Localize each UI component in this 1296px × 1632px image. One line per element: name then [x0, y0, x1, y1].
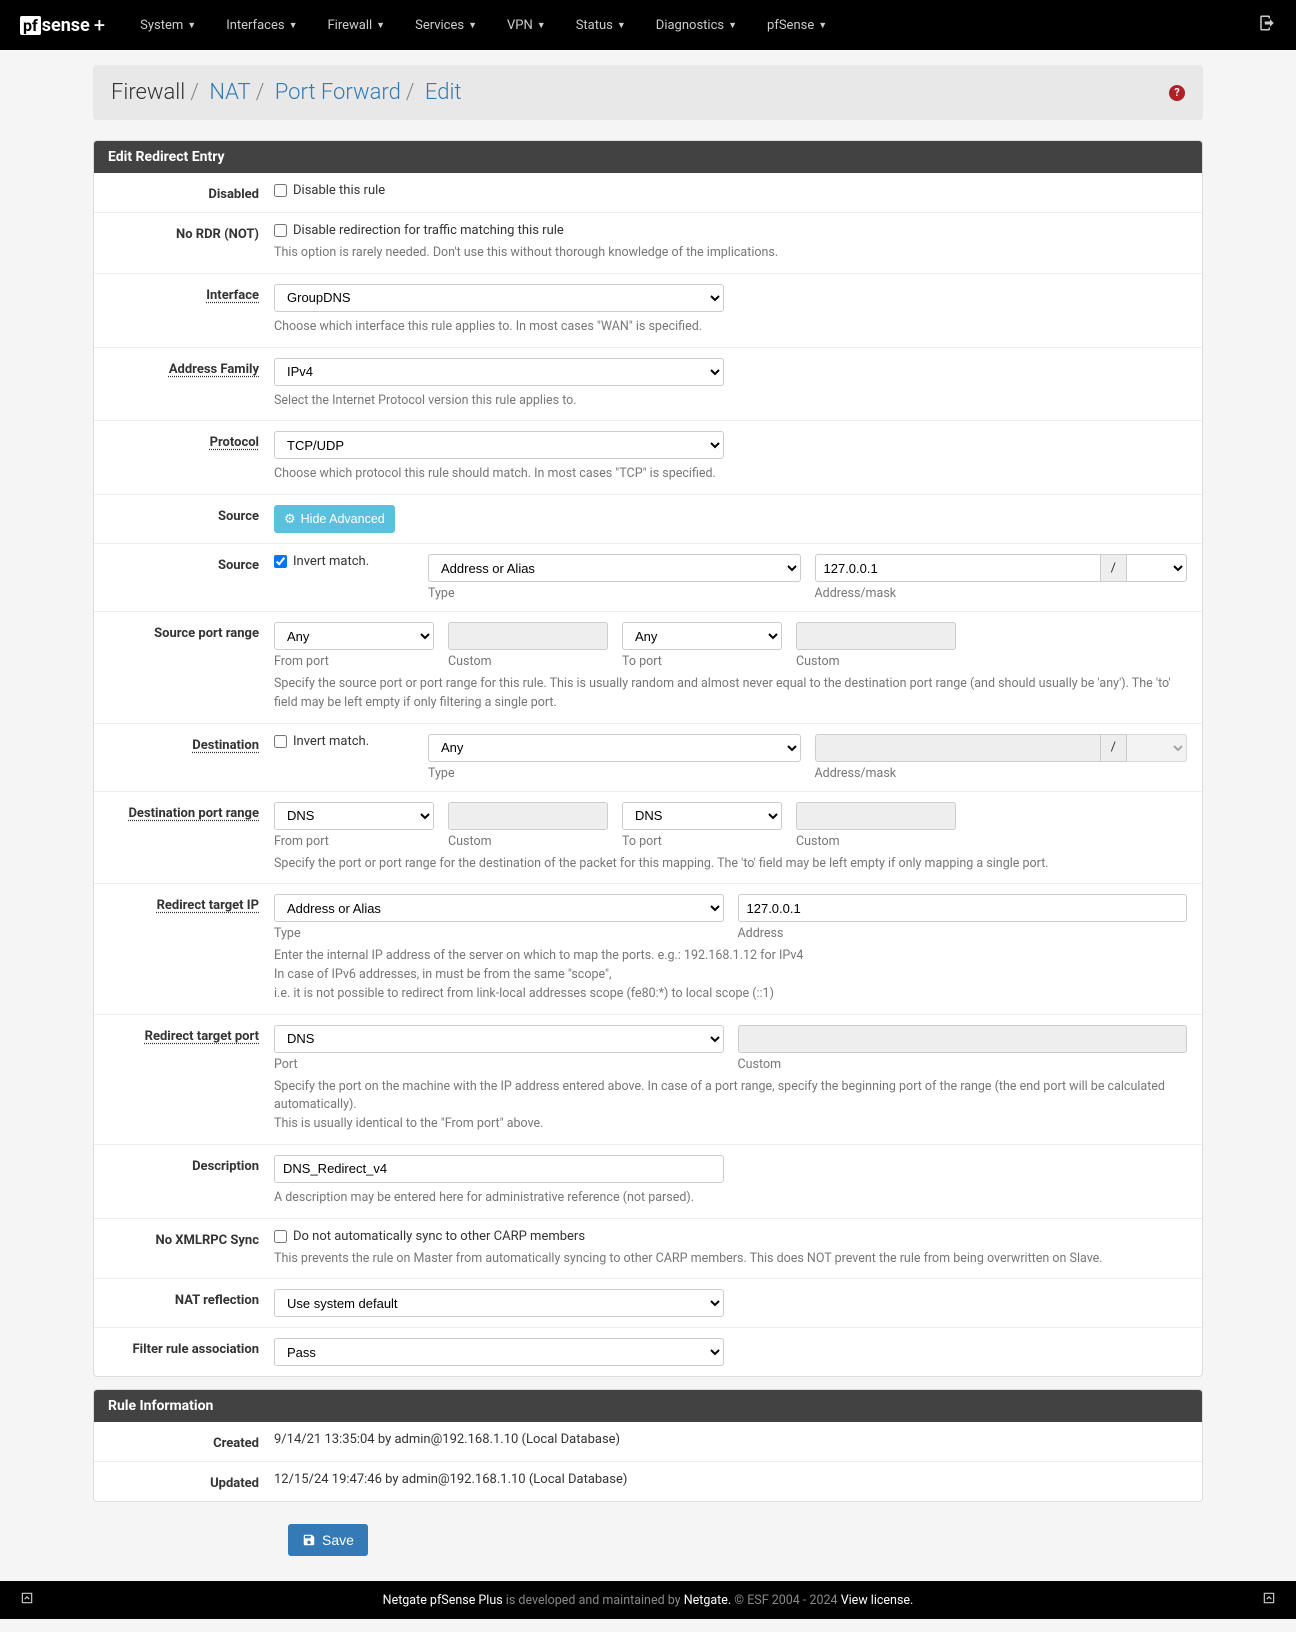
- caret-icon: ▼: [728, 20, 737, 31]
- breadcrumb-firewall: Firewall: [111, 80, 185, 105]
- panel-header-info: Rule Information: [94, 1390, 1202, 1422]
- logout-icon[interactable]: [1258, 14, 1276, 37]
- label-nordr: No RDR (NOT): [94, 223, 274, 242]
- label-source-btn: Source: [94, 505, 274, 524]
- dest-addr-input: [815, 734, 1101, 762]
- nav-vpn[interactable]: VPN▼: [492, 18, 561, 33]
- created-value: 9/14/21 13:35:04 by admin@192.168.1.10 (…: [274, 1432, 1202, 1447]
- breadcrumb-edit[interactable]: Edit: [425, 80, 462, 105]
- label-natrefl: NAT reflection: [94, 1289, 274, 1308]
- caret-icon: ▼: [289, 20, 298, 31]
- label-redirip: Redirect target IP: [94, 894, 274, 913]
- caret-icon: ▼: [376, 20, 385, 31]
- label-descr: Description: [94, 1155, 274, 1174]
- protocol-select[interactable]: TCP/UDP: [274, 431, 724, 459]
- caret-icon: ▼: [818, 20, 827, 31]
- descr-input[interactable]: [274, 1155, 724, 1183]
- save-icon: [302, 1533, 316, 1547]
- disabled-checkbox[interactable]: [274, 184, 287, 197]
- sport-from-select[interactable]: Any: [274, 622, 434, 650]
- edit-panel: Edit Redirect Entry Disabled Disable thi…: [93, 140, 1203, 1377]
- label-dport: Destination port range: [94, 802, 274, 821]
- redirport-select[interactable]: DNS: [274, 1025, 724, 1053]
- interface-select[interactable]: GroupDNS: [274, 284, 724, 312]
- nav-services[interactable]: Services▼: [400, 18, 492, 33]
- updated-value: 12/15/24 19:47:46 by admin@192.168.1.10 …: [274, 1472, 1202, 1487]
- caret-icon: ▼: [187, 20, 196, 31]
- label-interface: Interface: [94, 284, 274, 303]
- footer-right-icon[interactable]: [1262, 1591, 1276, 1609]
- sport-custom1-input: [448, 622, 608, 650]
- label-source: Source: [94, 554, 274, 573]
- redirport-custom-input: [738, 1025, 1188, 1053]
- caret-icon: ▼: [617, 20, 626, 31]
- noxml-checkbox[interactable]: [274, 1230, 287, 1243]
- source-mask-select[interactable]: [1127, 554, 1187, 582]
- nav-diagnostics[interactable]: Diagnostics▼: [641, 18, 752, 33]
- source-addr-input[interactable]: [815, 554, 1101, 582]
- source-type-select[interactable]: Address or Alias: [428, 554, 801, 582]
- breadcrumb-bar: Firewall/ NAT/ Port Forward/ Edit ?: [93, 65, 1203, 120]
- addrfam-select[interactable]: IPv4: [274, 358, 724, 386]
- redirip-addr-input[interactable]: [738, 894, 1188, 922]
- dport-to-select[interactable]: DNS: [622, 802, 782, 830]
- sport-custom2-input: [796, 622, 956, 650]
- label-addrfam: Address Family: [94, 358, 274, 377]
- panel-header: Edit Redirect Entry: [94, 141, 1202, 173]
- label-redirport: Redirect target port: [94, 1025, 274, 1044]
- breadcrumb-portforward[interactable]: Port Forward: [275, 80, 401, 105]
- redirip-type-select[interactable]: Address or Alias: [274, 894, 724, 922]
- label-filter: Filter rule association: [94, 1338, 274, 1357]
- nav-interfaces[interactable]: Interfaces▼: [211, 18, 312, 33]
- footer-license-link[interactable]: View license.: [841, 1593, 914, 1608]
- save-button[interactable]: Save: [288, 1524, 368, 1556]
- label-disabled: Disabled: [94, 183, 274, 202]
- breadcrumb-nat[interactable]: NAT: [209, 80, 250, 105]
- navbar: pfsense+ System▼ Interfaces▼ Firewall▼ S…: [0, 0, 1296, 50]
- info-panel: Rule Information Created 9/14/21 13:35:0…: [93, 1389, 1203, 1502]
- sport-to-select[interactable]: Any: [622, 622, 782, 650]
- dest-invert-checkbox[interactable]: [274, 735, 287, 748]
- gear-icon: [284, 511, 296, 527]
- caret-icon: ▼: [468, 20, 477, 31]
- logo[interactable]: pfsense+: [20, 13, 105, 37]
- source-invert-checkbox[interactable]: [274, 555, 287, 568]
- nav-pfsense[interactable]: pfSense▼: [752, 18, 842, 33]
- filter-select[interactable]: Pass: [274, 1338, 724, 1366]
- dport-from-select[interactable]: DNS: [274, 802, 434, 830]
- dport-custom2-input: [796, 802, 956, 830]
- label-sport: Source port range: [94, 622, 274, 641]
- natrefl-select[interactable]: Use system default: [274, 1289, 724, 1317]
- nav-system[interactable]: System▼: [125, 18, 211, 33]
- help-icon[interactable]: ?: [1169, 85, 1185, 101]
- nordr-checkbox[interactable]: [274, 224, 287, 237]
- dest-mask-select: [1127, 734, 1187, 762]
- label-noxml: No XMLRPC Sync: [94, 1229, 274, 1248]
- label-updated: Updated: [94, 1472, 274, 1491]
- nav-firewall[interactable]: Firewall▼: [312, 18, 400, 33]
- footer-product-link[interactable]: Netgate pfSense Plus: [383, 1593, 503, 1608]
- footer: Netgate pfSense Plus is developed and ma…: [0, 1581, 1296, 1619]
- dport-custom1-input: [448, 802, 608, 830]
- hide-advanced-button[interactable]: Hide Advanced: [274, 505, 395, 533]
- footer-left-icon[interactable]: [20, 1591, 34, 1609]
- label-dest: Destination: [94, 734, 274, 753]
- breadcrumb: Firewall/ NAT/ Port Forward/ Edit: [111, 80, 461, 105]
- nav-status[interactable]: Status▼: [561, 18, 641, 33]
- dest-type-select[interactable]: Any: [428, 734, 801, 762]
- label-protocol: Protocol: [94, 431, 274, 450]
- label-created: Created: [94, 1432, 274, 1451]
- caret-icon: ▼: [537, 20, 546, 31]
- footer-netgate-link[interactable]: Netgate.: [684, 1593, 731, 1608]
